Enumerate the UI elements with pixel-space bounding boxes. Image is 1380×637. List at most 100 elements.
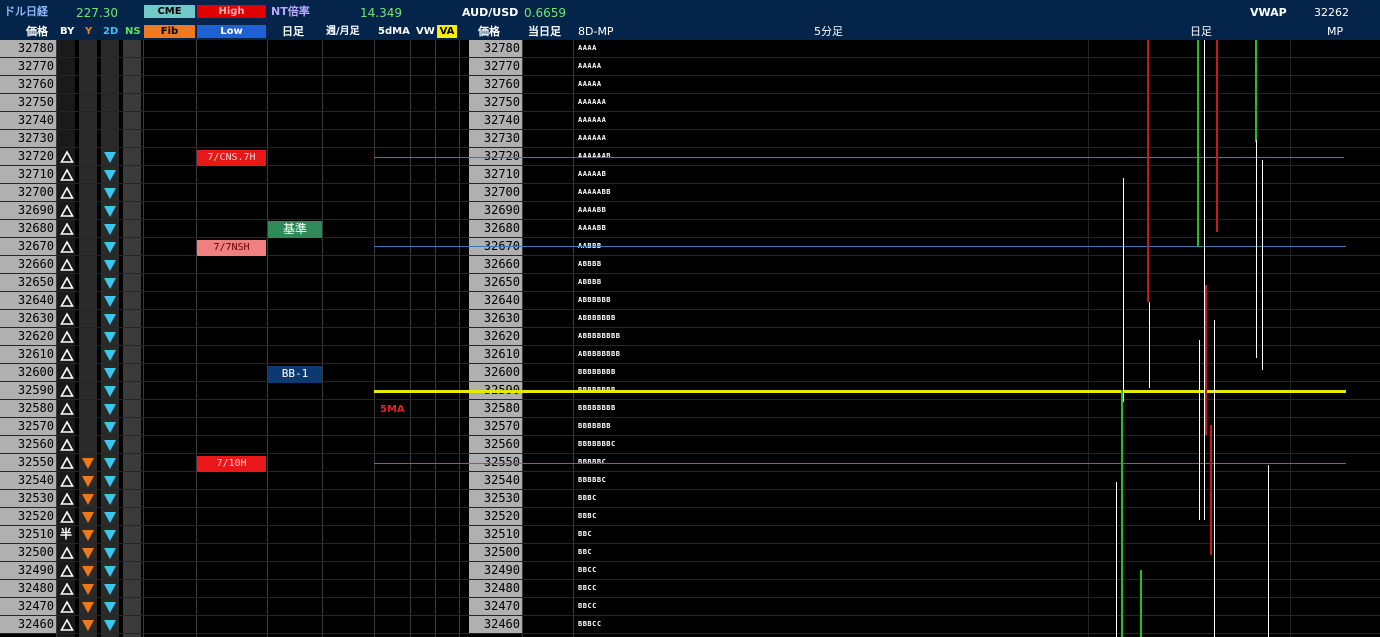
- ns-down-triangle-icon: [104, 494, 116, 505]
- level-line-32550: [374, 463, 1346, 464]
- market-profile-letters: ABBBB: [578, 260, 602, 268]
- price-cell-2: 32630: [469, 310, 522, 327]
- market-profile-letters: BBBBBBB: [578, 422, 612, 430]
- price-cell-2: 32530: [469, 490, 522, 507]
- col-today: 当日足: [528, 25, 561, 38]
- price-cell-2: 32560: [469, 436, 522, 453]
- price-cell: 32550: [0, 454, 56, 471]
- by-up-triangle-icon: [60, 510, 74, 523]
- col-price2: 価格: [478, 25, 500, 38]
- fib-button[interactable]: Fib: [144, 25, 195, 38]
- price-cell: 32770: [0, 58, 56, 75]
- vwap-label: VWAP: [1250, 6, 1287, 19]
- by-up-triangle-icon: [60, 402, 74, 415]
- price-cell-2: 32730: [469, 130, 522, 147]
- y-down-triangle-icon: [82, 584, 94, 595]
- candle-red-4: [1210, 425, 1212, 555]
- price-cell-2: 32650: [469, 274, 522, 291]
- market-profile-letters: AAAAA: [578, 80, 602, 88]
- price-cell-2: 32600: [469, 364, 522, 381]
- ns-down-triangle-icon: [104, 620, 116, 631]
- vwap-line: [374, 390, 1346, 393]
- col-daily2: 日足: [1190, 25, 1212, 38]
- price-cell: 32570: [0, 418, 56, 435]
- ns-down-triangle-icon: [104, 242, 116, 253]
- nt-ratio-value: 14.349: [360, 6, 402, 20]
- price-cell: 32580: [0, 400, 56, 417]
- tag-7-7nsh: 7/7NSH: [197, 240, 266, 256]
- price-cell: 32660: [0, 256, 56, 273]
- by-up-triangle-icon: [60, 384, 74, 397]
- tag-bb-1: BB-1: [268, 366, 322, 383]
- low-button[interactable]: Low: [197, 25, 266, 38]
- candle-green-1: [1197, 40, 1199, 247]
- price-cell: 32490: [0, 562, 56, 579]
- col-y: Y: [85, 26, 93, 37]
- tag-cns-7h: 7/CNS.7H: [197, 150, 266, 166]
- price-cell: 32530: [0, 490, 56, 507]
- y-down-triangle-icon: [82, 566, 94, 577]
- market-profile-letters: AAAAAB: [578, 170, 607, 178]
- ns-down-triangle-icon: [104, 602, 116, 613]
- price-cell-2: 32520: [469, 508, 522, 525]
- candle-green-3: [1121, 390, 1123, 637]
- price-cell: 32690: [0, 202, 56, 219]
- by-up-triangle-icon: [60, 618, 74, 631]
- market-profile-letters: AAAAAA: [578, 134, 607, 142]
- price-cell-2: 32660: [469, 256, 522, 273]
- price-cell: 32610: [0, 346, 56, 363]
- price-cell-2: 32620: [469, 328, 522, 345]
- price-cell: 32720: [0, 148, 56, 165]
- price-cell: 32710: [0, 166, 56, 183]
- price-cell: 32740: [0, 112, 56, 129]
- price-cell: 32670: [0, 238, 56, 255]
- ns-down-triangle-icon: [104, 422, 116, 433]
- price-cell: 32760: [0, 76, 56, 93]
- price-cell-2: 32500: [469, 544, 522, 561]
- ns-down-triangle-icon: [104, 332, 116, 343]
- va-button[interactable]: VA: [437, 25, 457, 38]
- half-marker: 半: [60, 527, 73, 541]
- price-cell: 32590: [0, 382, 56, 399]
- price-cell: 32680: [0, 220, 56, 237]
- price-cell-2: 32610: [469, 346, 522, 363]
- ns-down-triangle-icon: [104, 278, 116, 289]
- market-profile-letters: AAAABB: [578, 224, 607, 232]
- market-profile-letters: BBCC: [578, 584, 597, 592]
- market-profile-letters: AAAABB: [578, 206, 607, 214]
- price-ladder: 32780 32780 AAAA 32770 32770 AAAAA 32760 32760 A…: [0, 40, 1380, 637]
- market-profile-letters: AAAAABB: [578, 188, 612, 196]
- ns-down-triangle-icon: [104, 458, 116, 469]
- col-price: 価格: [26, 25, 48, 38]
- by-up-triangle-icon: [60, 276, 74, 289]
- market-profile-letters: AAAA: [578, 44, 597, 52]
- col-weekly-monthly: 週/月足: [326, 26, 360, 37]
- price-cell: 32730: [0, 130, 56, 147]
- by-up-triangle-icon: [60, 366, 74, 379]
- by-up-triangle-icon: [60, 294, 74, 307]
- by-up-triangle-icon: [60, 168, 74, 181]
- col-5min: 5分足: [814, 25, 843, 38]
- price-cell-2: 32680: [469, 220, 522, 237]
- price-cell: 32520: [0, 508, 56, 525]
- high-button[interactable]: High: [197, 5, 266, 18]
- y-down-triangle-icon: [82, 512, 94, 523]
- market-profile-letters: ABBBBBBBB: [578, 350, 621, 358]
- by-up-triangle-icon: [60, 420, 74, 433]
- market-profile-letters: BBBC: [578, 512, 597, 520]
- by-up-triangle-icon: [60, 456, 74, 469]
- price-cell-2: 32580: [469, 400, 522, 417]
- y-down-triangle-icon: [82, 620, 94, 631]
- cme-button[interactable]: CME: [144, 5, 195, 18]
- ns-down-triangle-icon: [104, 152, 116, 163]
- price-cell-2: 32690: [469, 202, 522, 219]
- y-down-triangle-icon: [82, 494, 94, 505]
- market-profile-letters: ABBBB: [578, 278, 602, 286]
- ns-down-triangle-icon: [104, 260, 116, 271]
- by-up-triangle-icon: [60, 438, 74, 451]
- candle-green-4: [1140, 570, 1142, 637]
- price-cell: 32540: [0, 472, 56, 489]
- price-cell-2: 32710: [469, 166, 522, 183]
- price-cell: 32750: [0, 94, 56, 111]
- market-profile-letters: AAAAA: [578, 62, 602, 70]
